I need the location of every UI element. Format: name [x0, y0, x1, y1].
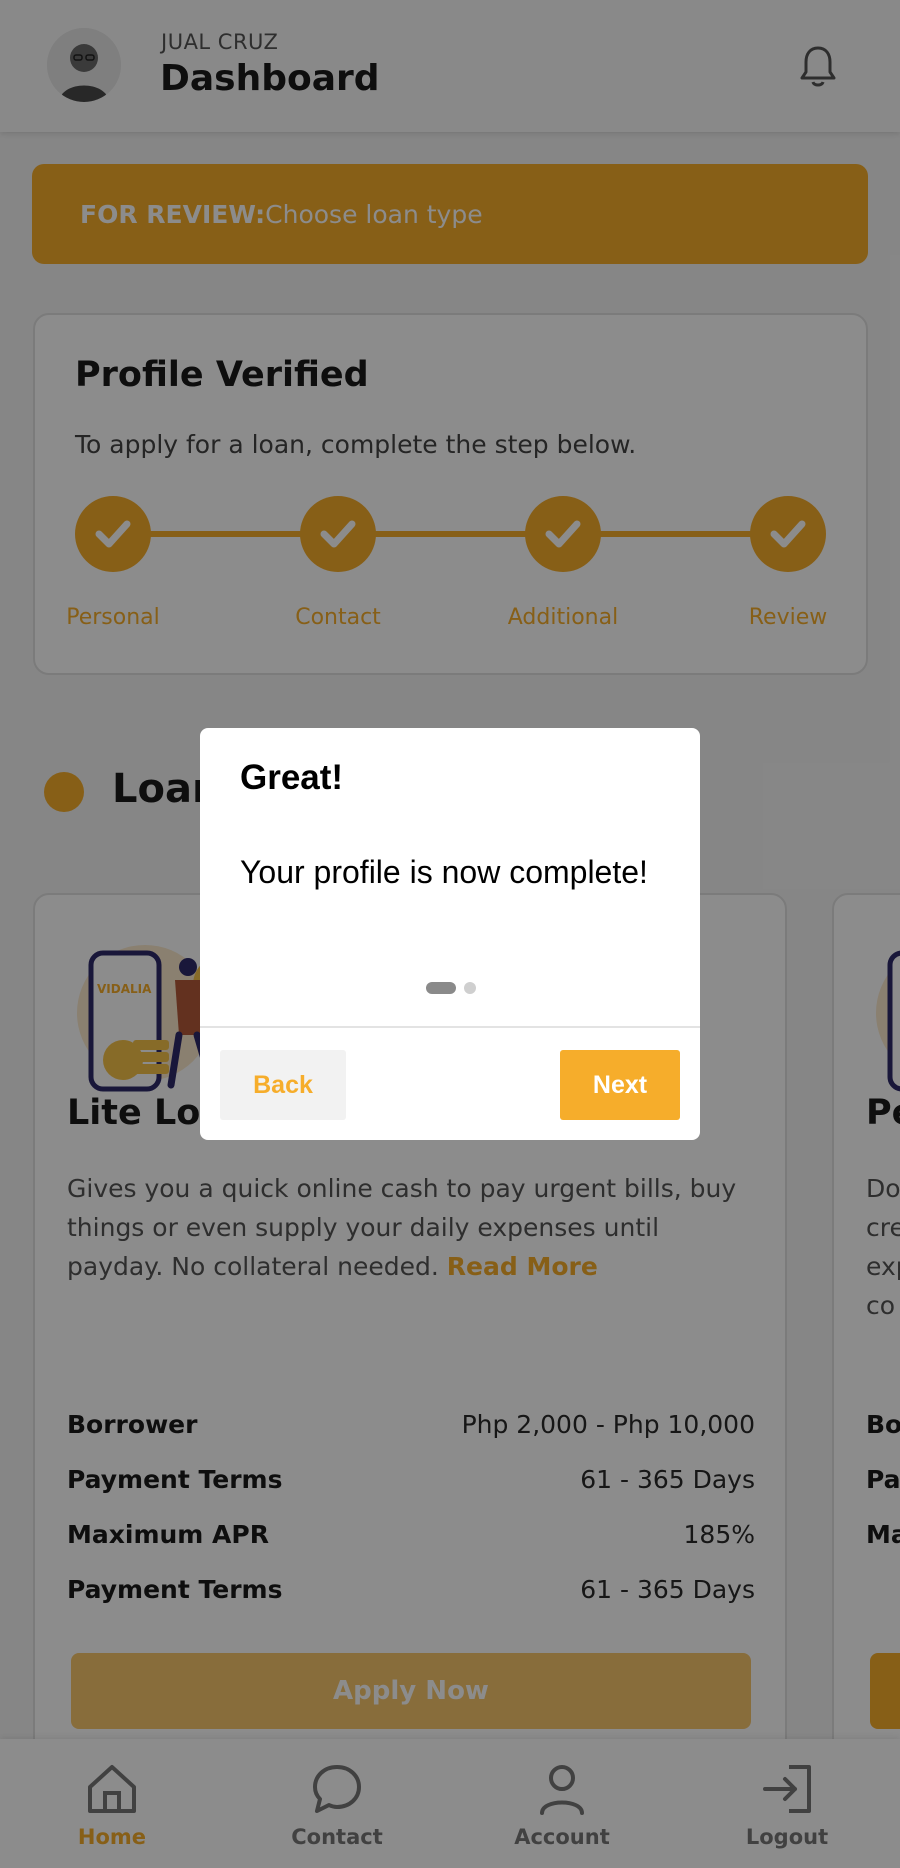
modal-message: Your profile is now complete! — [240, 854, 648, 890]
page-indicator-inactive[interactable] — [464, 982, 476, 994]
modal-title: Great! — [240, 758, 344, 797]
app-root: JUAL CRUZ Dashboard FOR REVIEW: Choose l… — [0, 0, 900, 1868]
modal-divider — [200, 1026, 700, 1028]
modal-page-indicator — [426, 982, 476, 994]
onboarding-modal: Great! Your profile is now complete! Bac… — [200, 728, 700, 1140]
back-button[interactable]: Back — [220, 1050, 346, 1120]
next-button[interactable]: Next — [560, 1050, 680, 1120]
page-indicator-active[interactable] — [426, 982, 456, 994]
